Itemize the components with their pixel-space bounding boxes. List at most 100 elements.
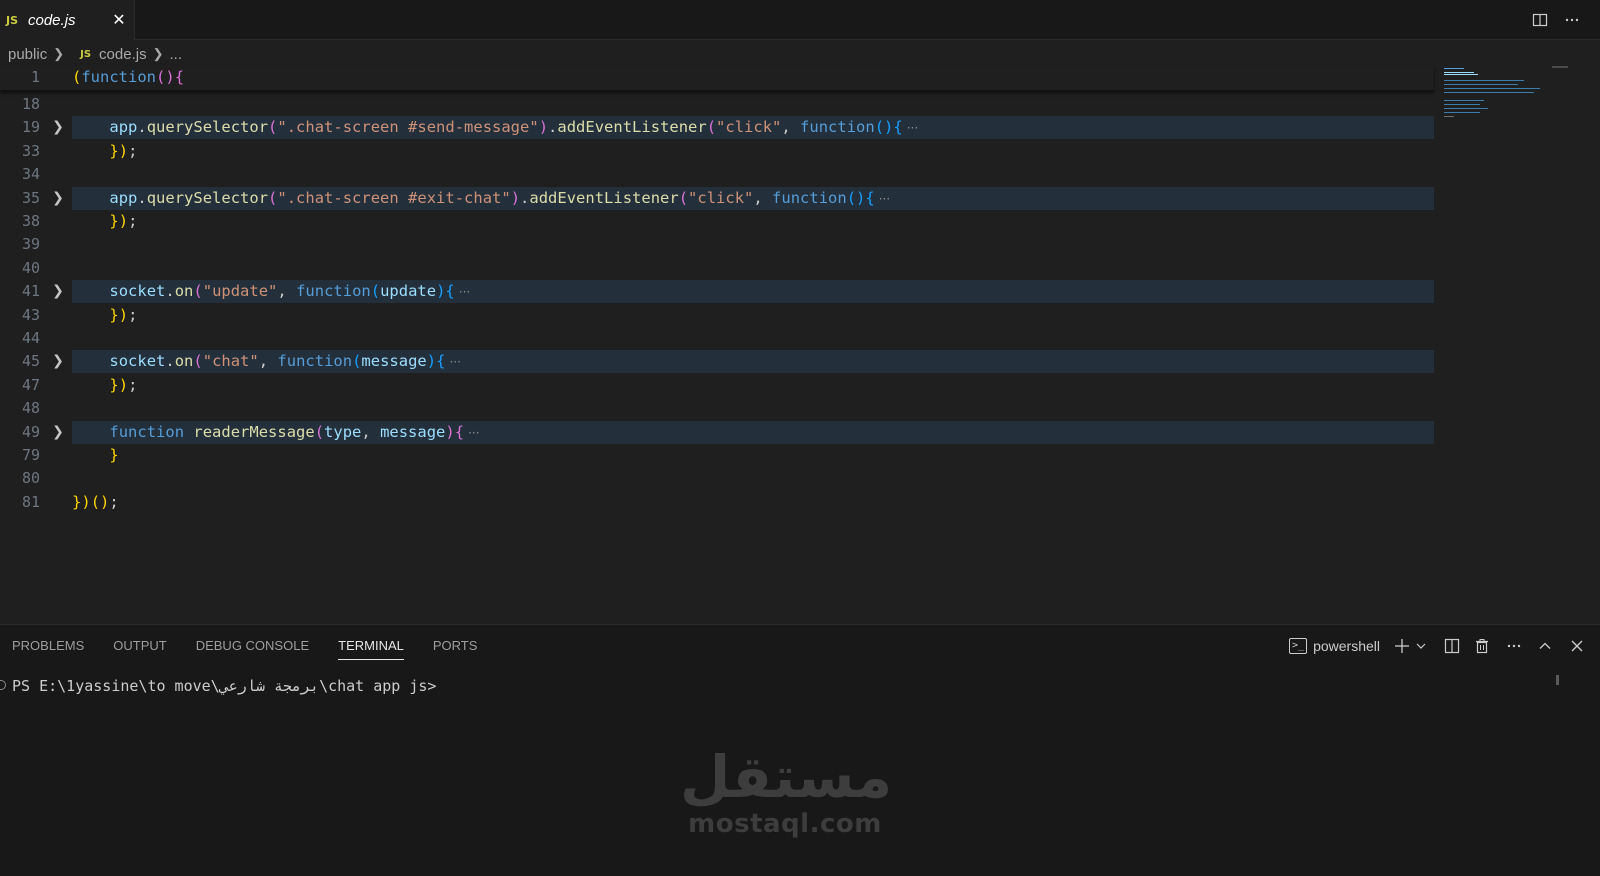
code-text: socket.on("chat", function(message){··· — [109, 352, 461, 371]
more-actions-icon[interactable] — [1556, 4, 1588, 36]
folded-ellipsis-icon[interactable]: ··· — [449, 355, 460, 369]
close-icon[interactable]: ✕ — [108, 9, 130, 31]
new-terminal-icon[interactable] — [1394, 638, 1410, 654]
tab-debug-console[interactable]: DEBUG CONSOLE — [196, 625, 309, 667]
tab-ports[interactable]: PORTS — [433, 625, 478, 667]
watermark-arabic: مستقل — [680, 743, 893, 811]
code-line[interactable]: 34 — [0, 163, 1434, 186]
folded-code-line[interactable]: 45 ❯ socket.on("chat", function(message){… — [0, 350, 1434, 374]
code-editor[interactable]: 1 (function(){ 18 19 ❯ app.querySelector("… — [0, 66, 1440, 622]
minimap-line — [1444, 104, 1480, 105]
editor-scrollbar[interactable] — [1552, 66, 1568, 68]
fold-chevron-icon[interactable]: ❯ — [50, 421, 66, 444]
editor-tab-bar: JS code.js ✕ — [0, 0, 1600, 40]
line-number: 39 — [21, 235, 40, 254]
line-number: 48 — [21, 399, 40, 418]
minimap-line — [1444, 84, 1518, 85]
chevron-down-icon[interactable] — [1416, 641, 1426, 651]
line-number: 49 — [21, 422, 40, 441]
code-line[interactable]: 43 }); — [0, 304, 1434, 327]
code-line[interactable]: 81})(); — [0, 491, 1434, 514]
line-number: 47 — [21, 375, 40, 394]
folded-code-line[interactable]: 19 ❯ app.querySelector(".chat-screen #sen… — [0, 116, 1434, 140]
command-decoration-icon[interactable] — [0, 680, 6, 690]
minimap-line — [1444, 68, 1464, 69]
fold-chevron-icon[interactable]: ❯ — [50, 350, 66, 373]
code-text: function readerMessage(type, message){··… — [109, 422, 480, 441]
folded-ellipsis-icon[interactable]: ··· — [468, 426, 479, 440]
code-line[interactable]: 33 }); — [0, 140, 1434, 163]
maximize-panel-icon[interactable] — [1538, 639, 1552, 653]
breadcrumb-file[interactable]: code.js — [99, 46, 147, 63]
code-text: }); — [109, 375, 138, 394]
breadcrumb-folder[interactable]: public — [8, 46, 47, 63]
code-line[interactable]: 39 — [0, 233, 1434, 256]
code-line[interactable]: 44 — [0, 327, 1434, 350]
minimap-line — [1444, 72, 1474, 73]
line-number: 34 — [21, 165, 40, 184]
split-editor-icon[interactable] — [1524, 4, 1556, 36]
terminal-name: powershell — [1313, 638, 1380, 654]
code-line[interactable]: 80 — [0, 467, 1434, 490]
code-text: } — [109, 446, 119, 464]
code-text: }); — [109, 141, 138, 160]
line-number: 45 — [21, 352, 40, 371]
folded-ellipsis-icon[interactable]: ··· — [879, 192, 890, 206]
tab-filename: code.js — [28, 11, 76, 29]
minimap-line — [1444, 116, 1454, 117]
fold-chevron-icon[interactable]: ❯ — [50, 116, 66, 139]
folded-code-line[interactable]: 49 ❯ function readerMessage(type, message… — [0, 420, 1434, 444]
breadcrumb: public ❯ JS code.js ❯ ... — [0, 42, 182, 66]
code-text: socket.on("update", function(update){··· — [109, 282, 471, 301]
line-number: 19 — [21, 118, 40, 137]
terminal-prompt[interactable]: PS E:\1yassine\to move\برمجة شارعي\chat … — [12, 677, 436, 695]
tab-code-js[interactable]: JS code.js ✕ — [0, 0, 135, 40]
breadcrumb-symbols[interactable]: ... — [169, 46, 182, 63]
split-terminal-icon[interactable] — [1444, 638, 1460, 654]
chevron-right-icon: ❯ — [152, 46, 164, 61]
mostaql-watermark: مستقل mostaql.com — [680, 743, 893, 844]
minimap-line — [1444, 108, 1488, 109]
code-text: app.querySelector(".chat-screen #exit-ch… — [109, 188, 891, 207]
line-number: 41 — [21, 282, 40, 301]
folded-ellipsis-icon[interactable]: ··· — [907, 121, 918, 135]
more-actions-icon[interactable] — [1506, 638, 1522, 654]
chevron-right-icon: ❯ — [53, 46, 65, 61]
tab-problems[interactable]: PROBLEMS — [12, 625, 84, 667]
line-number: 44 — [21, 329, 40, 347]
code-line[interactable]: 47 }); — [0, 374, 1434, 397]
line-number: 18 — [21, 95, 40, 113]
line-number: 33 — [21, 141, 40, 160]
code-line[interactable]: 18 — [0, 93, 1434, 116]
fold-chevron-icon[interactable]: ❯ — [50, 187, 66, 210]
code-line[interactable]: 40 — [0, 257, 1434, 280]
minimap[interactable] — [1440, 66, 1556, 126]
tab-terminal[interactable]: TERMINAL — [338, 625, 404, 667]
line-number: 40 — [21, 258, 40, 277]
trash-icon[interactable] — [1474, 638, 1490, 654]
tab-output[interactable]: OUTPUT — [113, 625, 166, 667]
minimap-line — [1444, 100, 1484, 101]
terminal-selector[interactable]: >_ powershell — [1289, 638, 1380, 654]
folded-code-line[interactable]: 41 ❯ socket.on("update", function(update)… — [0, 280, 1434, 304]
code-line[interactable]: 48 — [0, 397, 1434, 420]
line-number: 79 — [21, 446, 40, 464]
fold-chevron-icon[interactable]: ❯ — [50, 280, 66, 303]
folded-ellipsis-icon[interactable]: ··· — [459, 285, 470, 299]
javascript-file-icon: JS — [6, 13, 19, 27]
close-panel-icon[interactable] — [1570, 639, 1584, 653]
code-line[interactable]: 79 } — [0, 444, 1434, 467]
folded-code-line[interactable]: 35 ❯ app.querySelector(".chat-screen #exi… — [0, 186, 1434, 210]
terminal-scrollbar[interactable] — [1556, 675, 1559, 685]
javascript-file-icon: JS — [80, 48, 92, 60]
line-number: 43 — [21, 305, 40, 324]
minimap-line — [1444, 74, 1478, 75]
code-text: }); — [109, 305, 138, 324]
terminal-icon: >_ — [1289, 638, 1308, 654]
sticky-scroll-line[interactable]: 1 (function(){ — [0, 66, 1434, 91]
editor-actions — [1524, 0, 1600, 40]
code-text: app.querySelector(".chat-screen #send-me… — [109, 118, 919, 137]
line-number: 38 — [21, 212, 40, 230]
line-number: 80 — [21, 469, 40, 488]
code-line[interactable]: 38 }); — [0, 210, 1434, 233]
